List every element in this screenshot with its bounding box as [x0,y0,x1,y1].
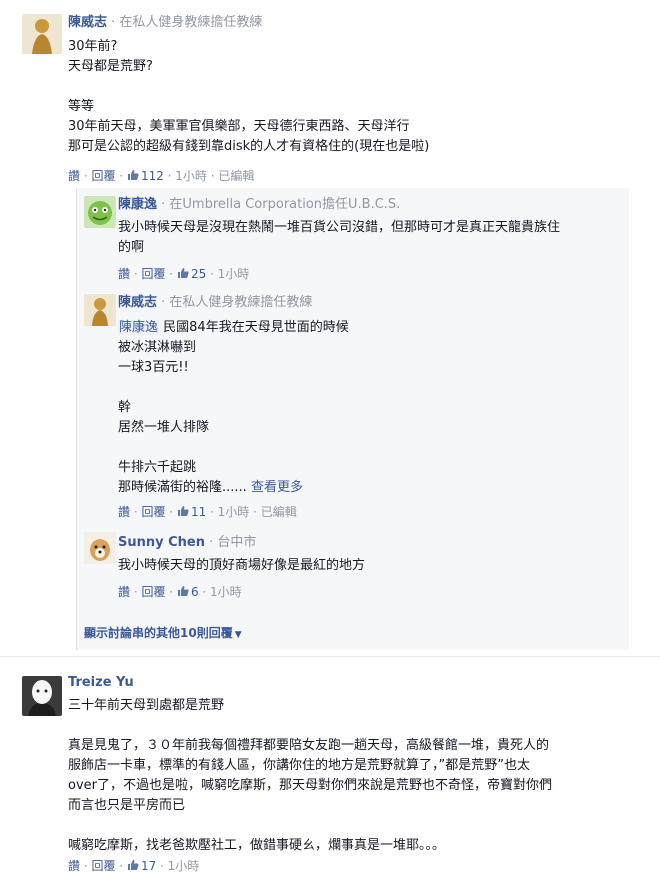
edited-label[interactable]: 已編輯 [261,505,297,519]
comment-2: Treize Yu 三十年前天母到處都是荒野 真是見鬼了，３０年前我每個禮拜都要… [0,664,660,873]
avatar[interactable] [22,14,62,54]
masked-face-avatar-icon [22,676,62,716]
like-button[interactable]: 讚 [118,267,130,281]
reply-line: 民國84年我在天母見世面的時候 [163,320,349,335]
comment-line: 服飾店一卡車，標準的有錢人區，你講你住的地方是荒野就算了，”都是荒野”也太 [68,758,530,773]
reply-line: 那時候滿街的裕隆...... [118,480,247,495]
thumbs-up-icon[interactable] [177,585,189,597]
reply-button[interactable]: 回覆 [141,267,165,281]
reply-body: 陳康逸 民國84年我在天母見世面的時候 被冰淇淋嚇到 一球3百元!! 幹 居然一… [118,318,628,498]
comment-body: 30年前? 天母都是荒野? 等等 30年前天母，美軍軍官俱樂部，天母德行東西路、… [68,37,628,157]
reply-line: 幹 [118,400,132,415]
timestamp[interactable]: 1小時 [218,505,250,519]
comment-line: 而言也只是平房而已 [68,798,186,813]
mentioned-user-tag[interactable]: 陳康逸 [118,320,160,335]
author-location[interactable]: 台中市 [217,535,256,550]
comment-1: 陳威志 · 在私人健身教練擔任教練 30年前? 天母都是荒野? 等等 30年前天… [0,0,660,190]
chevron-down-icon: ▼ [234,630,242,640]
comment-body: 三十年前天母到處都是荒野 真是見鬼了，３０年前我每個禮拜都要陪女友跑一趟天母，高… [68,696,643,856]
edited-label[interactable]: 已編輯 [218,169,254,183]
reply-body: 我小時候天母的頂好商場好像是最紅的地方 [118,556,628,576]
like-count[interactable]: 25 [191,267,206,281]
avatar[interactable] [84,532,116,564]
author-workplace[interactable]: 在Umbrella Corporation擔任U.B.C.S. [169,197,400,212]
reply-author[interactable]: 陳威志 [118,295,157,310]
reply-button[interactable]: 回覆 [91,859,115,873]
avatar[interactable] [84,294,116,326]
show-more-replies-link[interactable]: 顯示討論串的其他10則回覆 ▼ [84,624,242,641]
green-monster-avatar-icon [84,196,116,228]
reply-body: 我小時候天母是沒現在熱鬧一堆百貨公司沒錯，但那時可才是真正天龍貴族住 的啊 [118,218,628,258]
thumbs-up-icon[interactable] [127,169,139,181]
show-more-label: 顯示討論串的其他10則回覆 [84,626,233,640]
reply-author[interactable]: Sunny Chen [118,535,205,550]
reply-line: 我小時候天母是沒現在熱鬧一堆百貨公司沒錯，但那時可才是真正天龍貴族住 [118,220,561,235]
reply-button[interactable]: 回覆 [141,585,165,599]
like-count[interactable]: 6 [191,585,199,599]
timestamp[interactable]: 1小時 [168,859,200,873]
like-count[interactable]: 11 [191,505,206,519]
reply-line: 牛排六千起跳 [118,460,197,475]
timestamp[interactable]: 1小時 [218,267,250,281]
reply-actions: 讚 · 回覆 · 6 · 1小時 [118,585,242,599]
separator: · [205,535,218,550]
comment-line: 喊窮吃摩斯，找老爸欺壓社工，做錯事硬ㄠ，爛事真是一堆耶。。。 [68,838,446,853]
like-button[interactable]: 讚 [118,505,130,519]
comment-author[interactable]: 陳威志 [68,15,107,30]
like-button[interactable]: 讚 [68,859,80,873]
author-workplace[interactable]: 在私人健身教練擔任教練 [119,15,262,30]
reply-1: 陳康逸 · 在Umbrella Corporation擔任U.B.C.S. 我小… [84,196,624,286]
reply-button[interactable]: 回覆 [141,505,165,519]
reply-actions: 讚 · 回覆 · 25 · 1小時 [118,267,250,281]
comment-line: 等等 [68,99,95,114]
divider [0,656,660,657]
comment-line: 三十年前天母到處都是荒野 [68,698,225,713]
reply-line: 被冰淇淋嚇到 [118,340,197,355]
reply-line: 的啊 [118,240,145,255]
author-workplace[interactable]: 在私人健身教練擔任教練 [169,295,312,310]
comment-line: 30年前天母，美軍軍官俱樂部，天母德行東西路、天母洋行 [68,119,410,134]
puppy-avatar-icon [84,532,116,564]
comment-author[interactable]: Treize Yu [68,675,134,690]
reply-actions: 讚 · 回覆 · 11 · 1小時 · 已編輯 [118,505,297,519]
thumbs-up-icon[interactable] [177,267,189,279]
reply-author[interactable]: 陳康逸 [118,197,157,212]
reply-2: 陳威志 · 在私人健身教練擔任教練 陳康逸 民國84年我在天母見世面的時候 被冰… [84,294,624,524]
golden-figure-avatar-icon [84,294,116,326]
comment-actions: 讚 · 回覆 · 112 · 1小時 · 已編輯 [68,169,255,183]
avatar[interactable] [84,196,116,228]
separator: · [157,197,170,212]
thumbs-up-icon[interactable] [177,505,189,517]
like-button[interactable]: 讚 [118,585,130,599]
golden-figure-avatar-icon [22,14,62,54]
reply-line: 一球3百元!! [118,360,189,375]
like-button[interactable]: 讚 [68,169,80,183]
avatar[interactable] [22,676,62,716]
timestamp[interactable]: 1小時 [175,169,207,183]
comment-line: 30年前? [68,39,118,54]
separator: · [107,15,120,30]
reply-3: Sunny Chen · 台中市 我小時候天母的頂好商場好像是最紅的地方 讚 ·… [84,532,624,612]
comment-line: 真是見鬼了，３０年前我每個禮拜都要陪女友跑一趟天母，高級餐館一堆，貴死人的 [68,738,550,753]
comment-actions: 讚 · 回覆 · 17 · 1小時 [68,859,200,873]
comment-line: 天母都是荒野? [68,59,153,74]
reply-line: 我小時候天母的頂好商場好像是最紅的地方 [118,558,366,573]
timestamp[interactable]: 1小時 [210,585,242,599]
reply-button[interactable]: 回覆 [91,169,115,183]
thumbs-up-icon[interactable] [127,859,139,871]
comment-line: over了，不過也是啦，喊窮吃摩斯，那天母對你們來說是荒野也不奇怪，帝寶對你們 [68,778,552,793]
like-count[interactable]: 112 [141,169,164,183]
see-more-link[interactable]: 查看更多 [251,480,303,495]
like-count[interactable]: 17 [141,859,156,873]
comment-line: 那可是公認的超級有錢到靠disk的人才有資格住的(現在也是啦) [68,139,430,154]
reply-line: 居然一堆人排隊 [118,420,210,435]
separator: · [157,295,170,310]
